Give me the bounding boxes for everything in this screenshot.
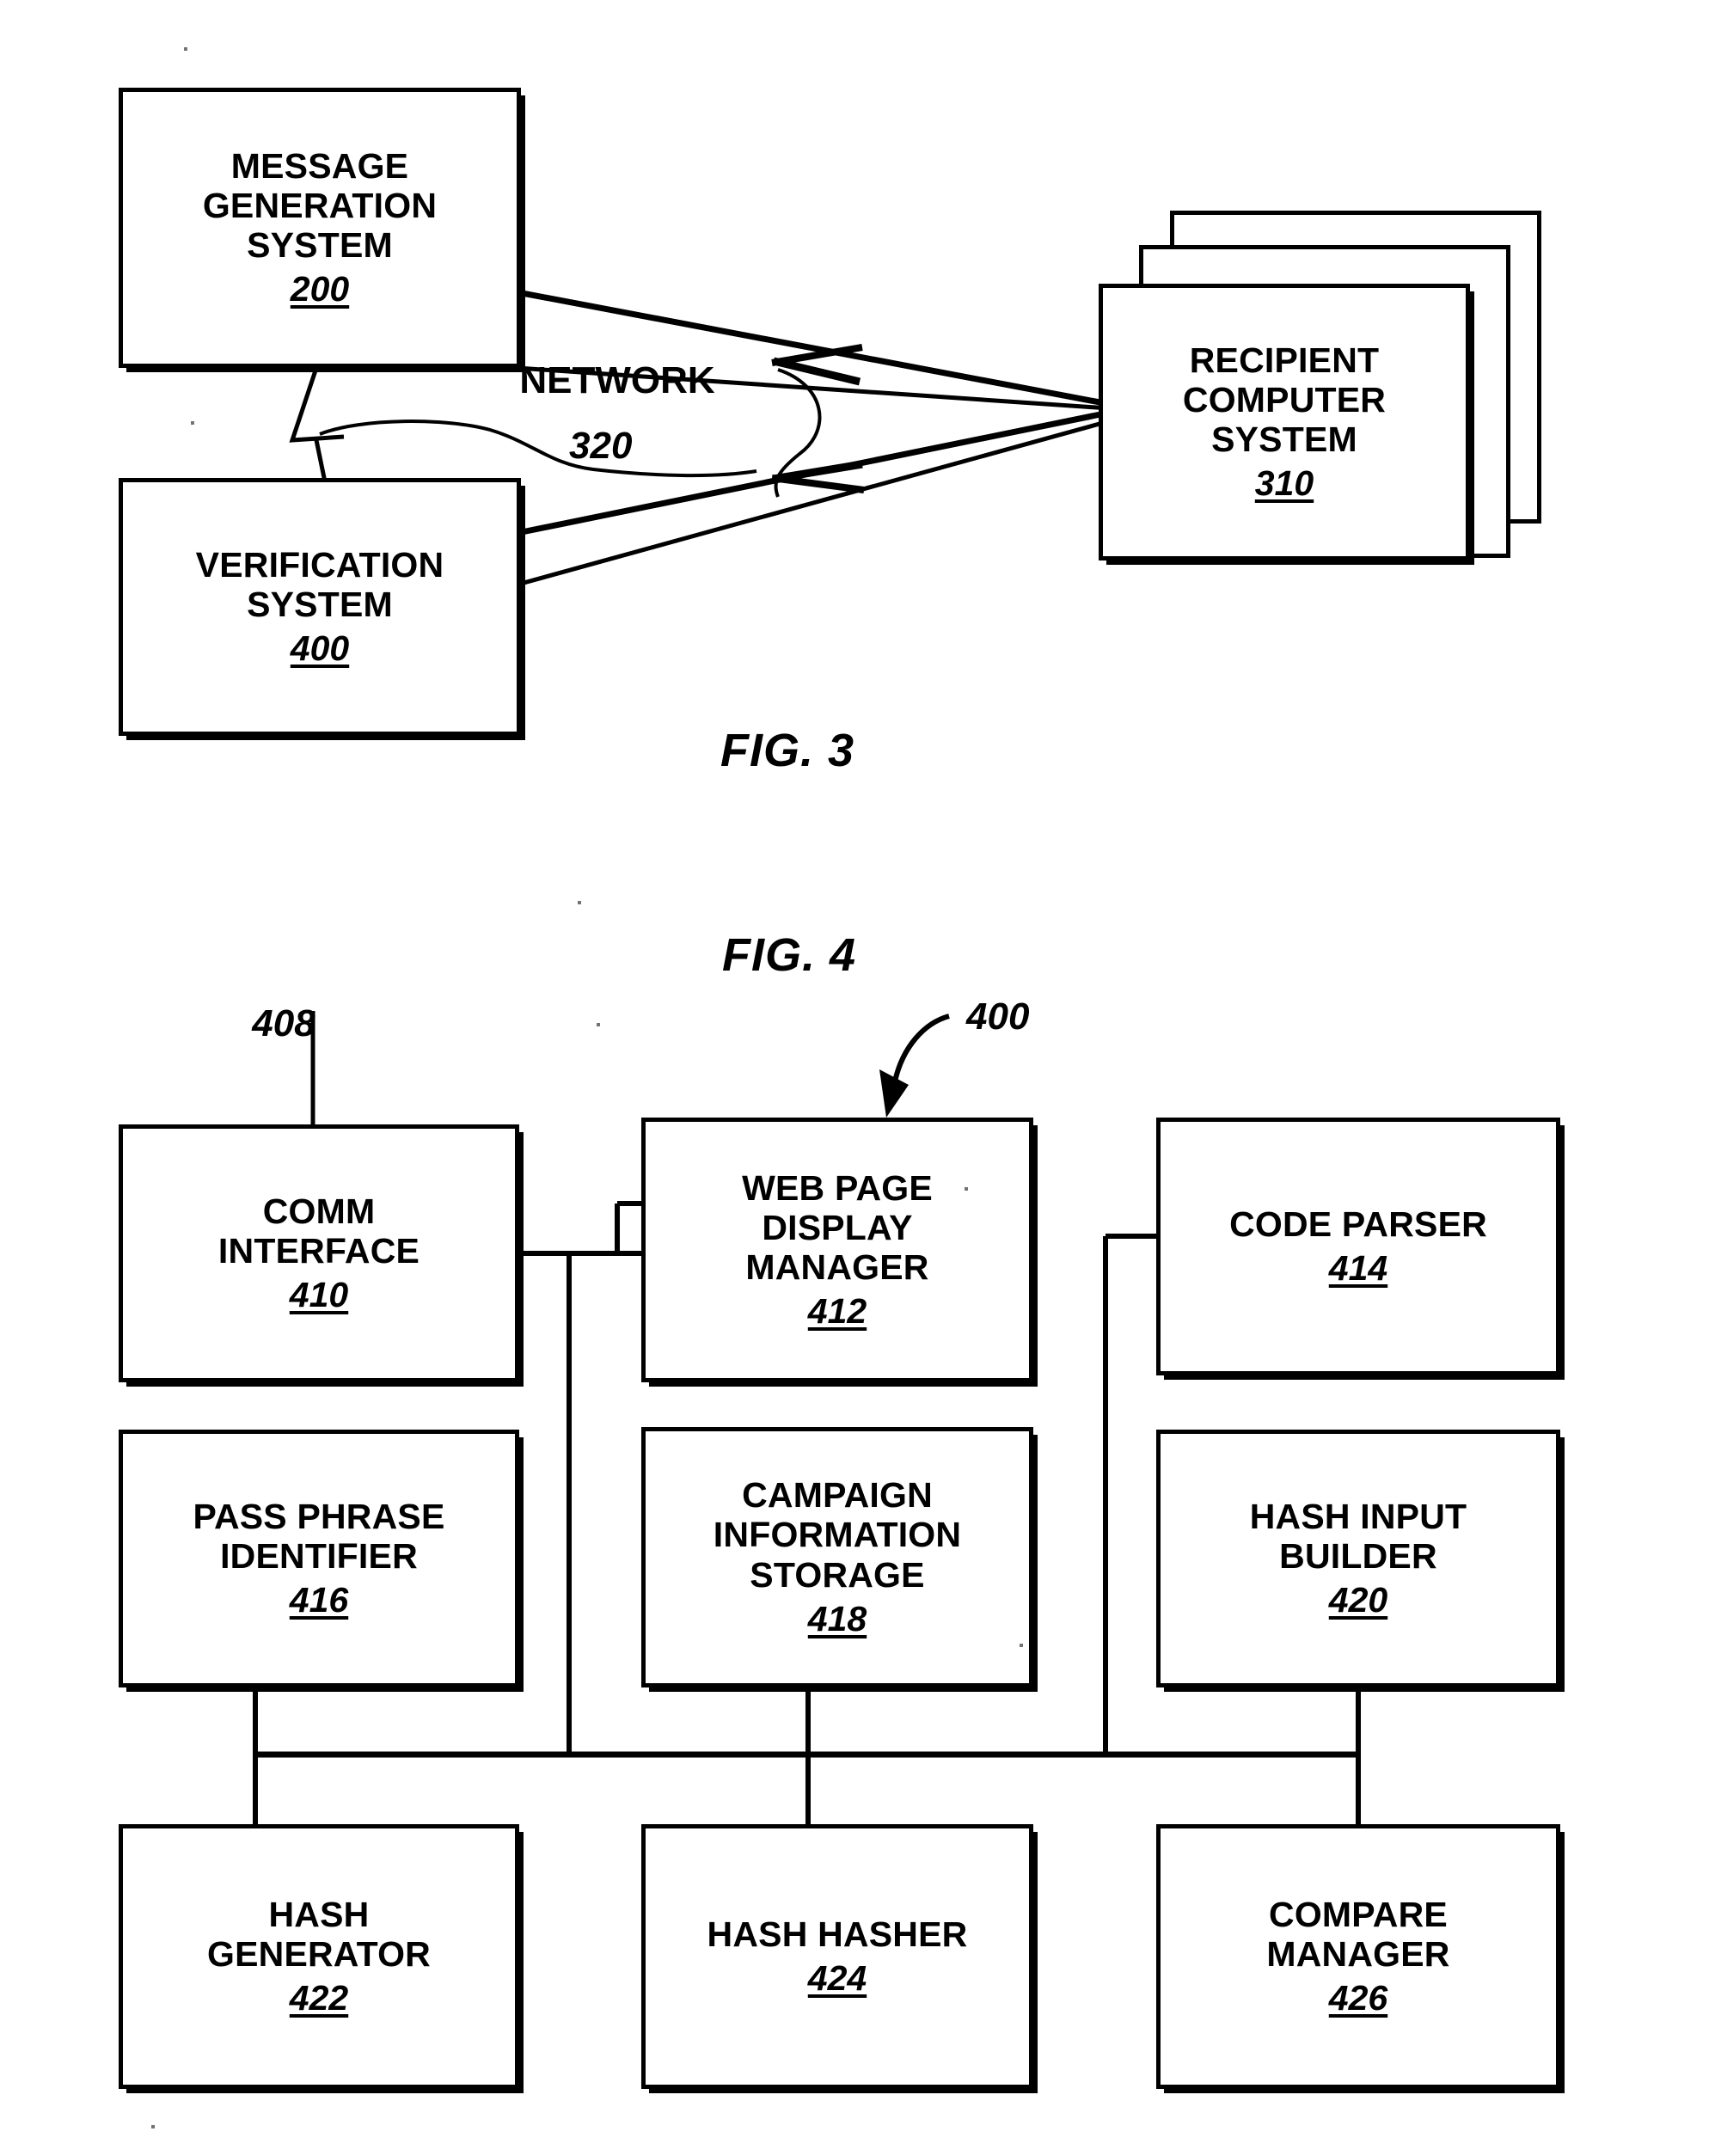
box-reference-number: 420 (1328, 1580, 1388, 1620)
box-label: WEB PAGE DISPLAY MANAGER (742, 1167, 933, 1288)
box-code-parser: CODE PARSER 414 (1156, 1118, 1560, 1375)
box-reference-number: 414 (1328, 1248, 1388, 1289)
scan-speck (597, 1023, 600, 1026)
box-reference-number: 426 (1328, 1978, 1388, 2018)
network-reference-number: 320 (569, 425, 633, 467)
box-reference-number: 310 (1254, 463, 1314, 504)
network-label: NETWORK (519, 359, 715, 401)
box-reference-number: 412 (807, 1291, 867, 1332)
patent-figure-sheet: MESSAGE GENERATION SYSTEM 200 VERIFICATI… (0, 0, 1715, 2156)
scan-speck (151, 2125, 155, 2128)
box-verification-system: VERIFICATION SYSTEM 400 (119, 478, 521, 736)
scan-speck (191, 421, 194, 425)
box-campaign-information-storage: CAMPAIGN INFORMATION STORAGE 418 (641, 1427, 1033, 1687)
box-hash-input-builder: HASH INPUT BUILDER 420 (1156, 1430, 1560, 1687)
box-reference-number: 424 (807, 1958, 867, 1999)
box-label: CAMPAIGN INFORMATION STORAGE (713, 1475, 962, 1595)
box-hash-hasher: HASH HASHER 424 (641, 1824, 1033, 2089)
box-comm-interface: COMM INTERFACE 410 (119, 1124, 519, 1382)
box-label: HASH GENERATOR (207, 1894, 431, 1974)
figure-4-label: FIG. 4 (722, 929, 857, 981)
bus-reference-number-408: 408 (252, 1002, 315, 1044)
box-label: RECIPIENT COMPUTER SYSTEM (1182, 340, 1387, 460)
box-web-page-display-manager: WEB PAGE DISPLAY MANAGER 412 (641, 1118, 1033, 1382)
box-recipient-computer-system: RECIPIENT COMPUTER SYSTEM 310 (1099, 284, 1470, 560)
box-reference-number: 400 (290, 628, 350, 669)
scan-speck (578, 901, 581, 904)
scan-speck (1020, 1644, 1023, 1647)
figure-3-label: FIG. 3 (720, 725, 855, 776)
box-label: HASH INPUT BUILDER (1249, 1496, 1467, 1576)
box-reference-number: 200 (290, 269, 350, 309)
scan-speck (184, 47, 187, 51)
box-pass-phrase-identifier: PASS PHRASE IDENTIFIER 416 (119, 1430, 519, 1687)
box-label: MESSAGE GENERATION SYSTEM (202, 145, 438, 266)
box-hash-generator: HASH GENERATOR 422 (119, 1824, 519, 2089)
system-reference-number-400: 400 (966, 995, 1030, 1038)
box-reference-number: 422 (289, 1978, 349, 2018)
box-label: HASH HASHER (707, 1914, 968, 1954)
box-label: PASS PHRASE IDENTIFIER (193, 1496, 445, 1576)
box-compare-manager: COMPARE MANAGER 426 (1156, 1824, 1560, 2089)
box-message-generation-system: MESSAGE GENERATION SYSTEM 200 (119, 88, 521, 368)
box-reference-number: 410 (289, 1275, 349, 1315)
box-label: CODE PARSER (1229, 1204, 1487, 1244)
box-label: VERIFICATION SYSTEM (195, 544, 444, 624)
box-label: COMM INTERFACE (217, 1191, 420, 1271)
scan-speck (965, 1187, 968, 1191)
box-reference-number: 416 (289, 1580, 349, 1620)
box-reference-number: 418 (807, 1598, 867, 1638)
box-label: COMPARE MANAGER (1266, 1894, 1450, 1974)
